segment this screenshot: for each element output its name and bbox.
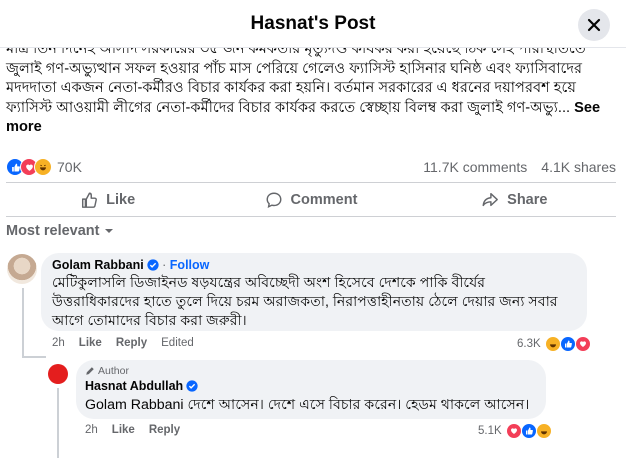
- comment-line: মেটিকুলাসলি ডিজাইনড ষড়যন্ত্রের অবিচ্ছেদ…: [52, 275, 486, 291]
- sort-label: Most relevant: [6, 223, 100, 239]
- pencil-icon: [86, 367, 94, 375]
- thread-line: [57, 388, 59, 458]
- divider: [6, 182, 616, 183]
- comment-like-button[interactable]: Like: [79, 337, 102, 349]
- love-reaction-icon: [574, 336, 591, 352]
- post-line: জুলাই গণ-অভ্যুত্থান সফল হওয়ার পাঁচ মাস …: [6, 60, 583, 77]
- thread-line: [22, 288, 24, 358]
- comment-author[interactable]: Golam Rabbani: [52, 258, 144, 272]
- like-button[interactable]: Like: [6, 186, 209, 214]
- post-line: ফ্যাসিস্ট আওয়ামী লীগের নেতা-কর্মীদের বি…: [6, 99, 614, 138]
- reply-reactions[interactable]: 5.1K: [478, 423, 552, 439]
- post-stats: 70K 11.7K comments 4.1K shares: [6, 158, 616, 178]
- share-icon: [482, 192, 499, 207]
- comment-text: মেটিকুলাসলি ডিজাইনড ষড়যন্ত্রের অবিচ্ছেদ…: [52, 274, 582, 331]
- reply-reply-button[interactable]: Reply: [149, 424, 180, 436]
- author-tag-label: Author: [98, 365, 129, 377]
- reaction-count[interactable]: 70K: [57, 159, 82, 175]
- reply-author[interactable]: Hasnat Abdullah: [85, 379, 183, 393]
- reply-time[interactable]: 2h: [85, 424, 98, 436]
- comment-meta: 2h Like Reply Edited: [52, 337, 194, 349]
- comment-reaction-count: 6.3K: [517, 338, 541, 350]
- thread-line: [22, 356, 46, 358]
- post-line-text: ফ্যাসিস্ট আওয়ামী লীগের নেতা-কর্মীদের বি…: [6, 99, 571, 116]
- reply-like-button[interactable]: Like: [112, 424, 135, 436]
- close-button[interactable]: [578, 9, 610, 41]
- comment-count[interactable]: 11.7K comments: [423, 159, 527, 175]
- verified-badge-icon: [186, 380, 198, 392]
- avatar[interactable]: [7, 254, 37, 284]
- post-line: মদদদাতা একজন নেতা-কর্মীরও বিচার কার্যকর …: [6, 80, 576, 96]
- thumbs-up-icon: [82, 192, 98, 208]
- like-reaction-icon: [520, 423, 537, 439]
- like-label: Like: [106, 192, 136, 208]
- post-body: মাত্র তিন দিনেই আসাদ সরকারের ৩৫ জন কর্মক…: [6, 40, 614, 138]
- edited-label: Edited: [161, 337, 194, 349]
- author-tag: Author: [85, 365, 129, 377]
- close-icon: [587, 18, 601, 32]
- reply-meta: 2h Like Reply: [85, 424, 180, 436]
- post-action-bar: Like Comment Share: [6, 186, 616, 214]
- modal-header: Hasnat's Post: [0, 0, 626, 48]
- comment-author-line: Golam Rabbani · Follow: [52, 258, 210, 272]
- comment-line: উত্তরাধিকারদের হাতে তুলে দিয়ে চরম অরাজক…: [52, 294, 558, 310]
- reply-author-line: Hasnat Abdullah: [85, 379, 198, 393]
- comment-reactions[interactable]: 6.3K: [517, 336, 591, 352]
- comment-line: আগে তোমাদের বিচার করা জরুরী।: [52, 313, 247, 329]
- reply-text: Golam Rabbani দেশে আসেন। দেশে এসে বিচার …: [85, 397, 530, 413]
- follow-button[interactable]: Follow: [170, 258, 210, 272]
- verified-badge-icon: [147, 259, 159, 271]
- reply-reaction-count: 5.1K: [478, 425, 502, 437]
- share-button[interactable]: Share: [413, 186, 616, 214]
- comment-reply-button[interactable]: Reply: [116, 337, 147, 349]
- comment-icon: [266, 192, 282, 209]
- haha-reaction-icon: [34, 158, 52, 176]
- comment-button[interactable]: Comment: [209, 186, 412, 214]
- love-reaction-icon: [505, 423, 522, 439]
- post-scroll-area[interactable]: মাত্র তিন দিনেই আসাদ সরকারের ৩৫ জন কর্মক…: [0, 0, 626, 458]
- page-title: Hasnat's Post: [250, 13, 376, 34]
- comment-sort-dropdown[interactable]: Most relevant: [6, 223, 115, 239]
- reaction-icons[interactable]: [6, 158, 52, 176]
- share-label: Share: [507, 192, 548, 208]
- haha-reaction-icon: [544, 336, 561, 352]
- comment-time[interactable]: 2h: [52, 337, 65, 349]
- haha-reaction-icon: [535, 423, 552, 439]
- comment-label: Comment: [290, 192, 358, 208]
- avatar[interactable]: [48, 364, 68, 384]
- like-reaction-icon: [559, 336, 576, 352]
- share-count[interactable]: 4.1K shares: [541, 159, 616, 175]
- divider: [6, 216, 616, 217]
- chevron-down-icon: [105, 229, 114, 233]
